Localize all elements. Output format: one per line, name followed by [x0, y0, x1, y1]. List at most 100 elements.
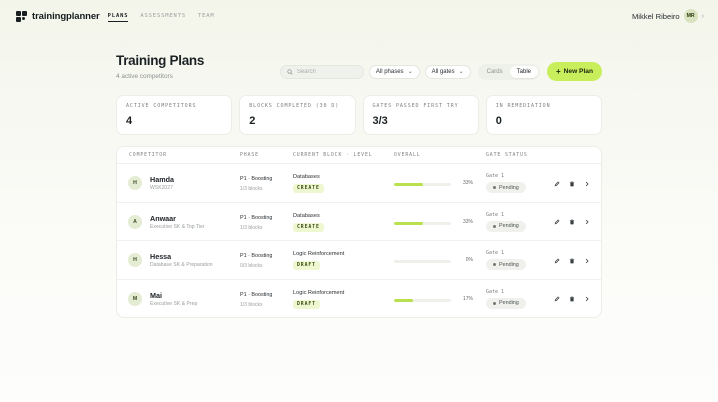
competitor-name: Hamda: [150, 175, 174, 184]
overall-percent: 33%: [462, 180, 473, 186]
progress-fill: [394, 298, 413, 302]
stat-card: BLOCKS COMPLETED (30 D) 2: [239, 95, 356, 135]
table-row[interactable]: A Anwaar Executive SK & Top Tier P1 · Bo…: [117, 203, 601, 241]
phase: P1 · Boosting: [240, 253, 273, 259]
status-text: Pending: [499, 300, 519, 306]
overall-progress-bar: [394, 183, 451, 186]
pencil-icon[interactable]: [551, 294, 562, 305]
status-badge: Pending: [486, 182, 526, 193]
toolbar: All phases ⌄ All gates ⌄ Cards Table + N…: [279, 62, 602, 81]
status-dot-icon: [493, 224, 496, 228]
phase-progress: 1/3 blocks: [240, 301, 263, 308]
overall-percent: 33%: [462, 218, 473, 225]
competitor-subtitle: Executive SK & Top Tier: [150, 223, 205, 230]
competitor-name: Anwaar: [150, 213, 176, 223]
chevron-right-icon: ›: [701, 12, 704, 20]
logo-icon: [16, 11, 27, 22]
chevron-right-icon[interactable]: [581, 217, 592, 228]
col-overall: OVERALL: [394, 153, 421, 158]
nav-team[interactable]: TEAM: [198, 11, 215, 22]
new-plan-label: New Plan: [563, 68, 593, 75]
competitor-subtitle: Executive SK & Prep: [150, 300, 198, 307]
phase: P1 · Boosting: [240, 291, 273, 298]
avatar: M: [128, 291, 142, 306]
trash-icon[interactable]: [566, 294, 577, 305]
chevron-right-icon[interactable]: [581, 294, 592, 305]
table-row[interactable]: H Hamda WSK2027 P1 · Boosting 1/3 blocks…: [117, 164, 601, 203]
gate-label: Gate 1: [486, 288, 505, 295]
trash-icon[interactable]: [566, 255, 577, 266]
phase-filter-value: All phases: [375, 68, 404, 75]
pencil-icon[interactable]: [551, 178, 562, 189]
stat-label: IN REMEDIATION: [495, 103, 551, 109]
level-badge: CREATE: [293, 222, 324, 232]
level-badge: DRAFT: [293, 261, 320, 270]
competitor-subtitle: Database SK & Preparation: [150, 262, 213, 268]
stat-value: 4: [126, 115, 133, 127]
competitor-name: Hessa: [150, 252, 172, 261]
pencil-icon[interactable]: [551, 255, 562, 266]
stat-label: ACTIVE COMPETITORS: [126, 103, 197, 109]
table-row[interactable]: H Hessa Database SK & Preparation P1 · B…: [117, 241, 601, 280]
phase: P1 · Boosting: [240, 214, 273, 221]
status-badge: Pending: [486, 297, 526, 309]
top-nav: trainingplanner PLANS ASSESSMENTS TEAM M…: [0, 0, 718, 33]
chevron-right-icon[interactable]: [581, 255, 592, 266]
plus-icon: +: [556, 66, 561, 76]
view-cards-button[interactable]: Cards: [480, 66, 510, 78]
col-competitor: COMPETITOR: [129, 153, 167, 158]
stats-row: ACTIVE COMPETITORS 4 BLOCKS COMPLETED (3…: [116, 95, 602, 135]
page-subtitle: 4 active competitors: [116, 73, 173, 80]
nav-plans[interactable]: PLANS: [107, 11, 129, 22]
avatar: MR: [683, 9, 698, 23]
table-row[interactable]: M Mai Executive SK & Prep P1 · Boosting …: [117, 280, 601, 319]
table-header: COMPETITOR PHASE CURRENT BLOCK · LEVEL O…: [117, 147, 601, 164]
plans-table: COMPETITOR PHASE CURRENT BLOCK · LEVEL O…: [116, 146, 602, 318]
row-actions: [551, 255, 592, 266]
trash-icon[interactable]: [566, 178, 577, 189]
main-nav: PLANS ASSESSMENTS TEAM: [107, 11, 215, 22]
status-dot-icon: [493, 186, 496, 189]
gate-filter-value: All gates: [431, 68, 455, 75]
phase-progress: 0/3 blocks: [240, 263, 263, 269]
progress-fill: [394, 183, 424, 186]
avatar: H: [128, 176, 142, 190]
chevron-right-icon[interactable]: [581, 178, 592, 189]
chevron-down-icon: ⌄: [407, 69, 413, 75]
user-name: Mikkel Ribeiro: [631, 11, 680, 21]
gate-label: Gate 1: [486, 211, 505, 218]
search-input[interactable]: [296, 68, 357, 75]
phase: P1 · Boosting: [240, 176, 273, 182]
search-box[interactable]: [279, 64, 364, 79]
status-text: Pending: [499, 184, 519, 191]
row-actions: [551, 217, 592, 228]
trash-icon[interactable]: [566, 217, 577, 228]
new-plan-button[interactable]: + New Plan: [547, 62, 602, 81]
stat-value: 2: [249, 115, 256, 127]
pencil-icon[interactable]: [551, 217, 562, 228]
gate-label: Gate 1: [486, 250, 505, 256]
phase-filter[interactable]: All phases ⌄: [368, 64, 420, 79]
logo[interactable]: trainingplanner: [16, 11, 100, 22]
stat-card: IN REMEDIATION 0: [485, 95, 602, 135]
avatar: A: [128, 214, 142, 229]
status-dot-icon: [493, 301, 496, 305]
progress-fill: [394, 221, 424, 225]
stat-value: 0: [495, 115, 502, 127]
overall-progress-bar: [394, 221, 451, 225]
user-menu[interactable]: Mikkel Ribeiro MR ›: [632, 9, 704, 23]
app-name: trainingplanner: [32, 11, 100, 22]
view-table-button[interactable]: Table: [509, 65, 538, 78]
stat-value: 3/3: [372, 115, 388, 127]
stat-label: BLOCKS COMPLETED (30 D): [249, 103, 340, 109]
gate-filter[interactable]: All gates ⌄: [424, 64, 471, 79]
overall-percent: 0%: [465, 257, 473, 263]
current-block: Databases: [293, 212, 320, 219]
view-toggle: Cards Table: [477, 63, 540, 80]
level-badge: CREATE: [293, 184, 324, 193]
nav-assessments[interactable]: ASSESSMENTS: [140, 11, 186, 22]
avatar: H: [128, 253, 142, 267]
phase-progress: 1/3 blocks: [240, 224, 263, 231]
chevron-down-icon: ⌄: [458, 69, 464, 75]
search-icon: [287, 68, 293, 75]
